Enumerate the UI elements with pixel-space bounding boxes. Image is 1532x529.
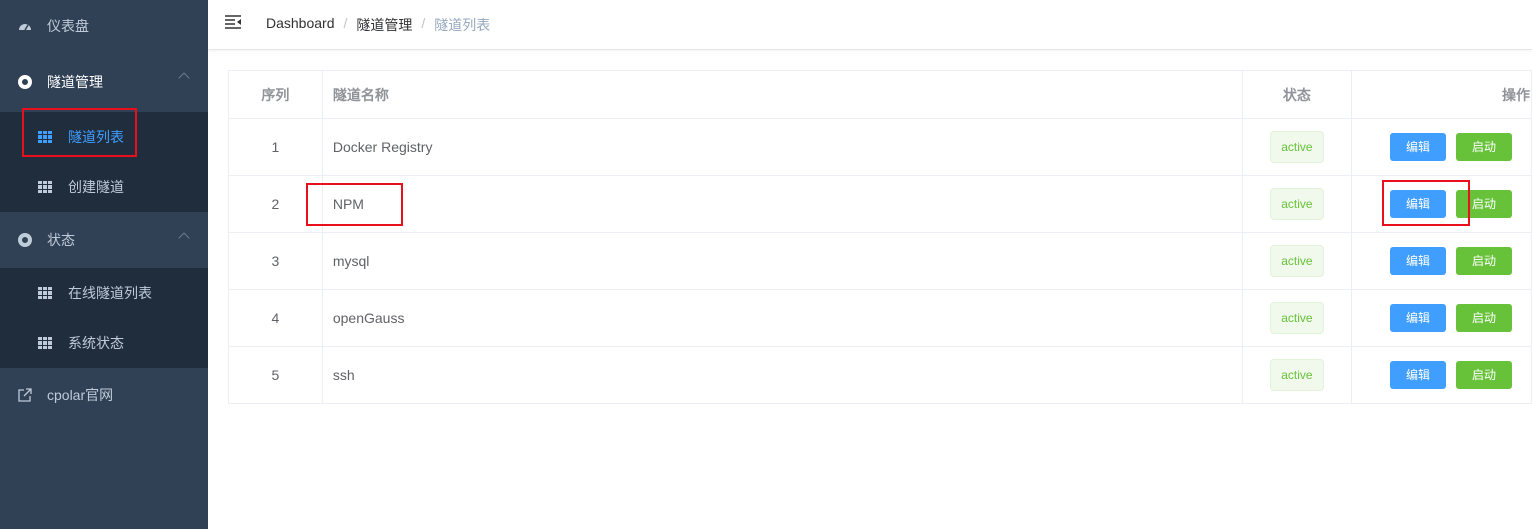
lifebuoy-icon — [18, 75, 32, 89]
cell-name: Docker Registry — [321, 118, 1243, 176]
menu-label: 创建隧道 — [68, 179, 124, 195]
table-icon — [38, 131, 52, 143]
breadcrumb-tunnel-management[interactable]: 隧道管理 — [356, 15, 412, 35]
menu-create-tunnel[interactable]: 创建隧道 — [0, 162, 208, 212]
menu-system-status[interactable]: 系统状态 — [0, 318, 208, 368]
menu-dashboard[interactable]: 仪表盘 — [0, 0, 208, 52]
table-row: 5 ssh active 编辑 启动 — [228, 346, 1532, 404]
menu-label: cpolar官网 — [47, 387, 114, 403]
menu-cpolar-site[interactable]: cpolar官网 — [0, 368, 208, 422]
cell-actions: 编辑 启动 — [1351, 175, 1532, 233]
breadcrumb-current: 隧道列表 — [434, 16, 491, 33]
cell-name: openGauss — [321, 289, 1243, 347]
start-button[interactable]: 启动 — [1456, 190, 1512, 218]
navbar: Dashboard / 隧道管理 / 隧道列表 — [208, 0, 1532, 50]
table-icon — [38, 337, 52, 349]
start-button[interactable]: 启动 — [1456, 133, 1512, 161]
menu-label: 系统状态 — [68, 335, 124, 351]
cell-status: active — [1241, 346, 1353, 404]
cell-index: 3 — [228, 232, 323, 290]
cell-index: 5 — [228, 346, 323, 404]
chevron-up-icon — [178, 232, 190, 244]
table-row: 4 openGauss active 编辑 启动 — [228, 289, 1532, 347]
breadcrumb: Dashboard / 隧道管理 / 隧道列表 — [266, 14, 491, 35]
edit-button[interactable]: 编辑 — [1390, 247, 1446, 275]
cell-actions: 编辑 启动 — [1351, 118, 1532, 176]
table-icon — [38, 287, 52, 299]
edit-button[interactable]: 编辑 — [1390, 304, 1446, 332]
status-badge: active — [1270, 245, 1324, 277]
sidebar: 仪表盘 隧道管理 隧道列表 创建隧道 状态 在线隧道列表 系统状态 cpolar… — [0, 0, 208, 529]
menu-status[interactable]: 状态 — [0, 212, 208, 268]
lifebuoy-icon — [18, 233, 32, 247]
cell-index: 4 — [228, 289, 323, 347]
cell-status: active — [1241, 289, 1353, 347]
cell-actions: 编辑 启动 — [1351, 232, 1532, 290]
cell-name: NPM — [321, 175, 1243, 233]
chevron-up-icon — [178, 72, 190, 84]
cell-index: 1 — [228, 118, 323, 176]
external-link-icon — [18, 388, 32, 402]
col-header-name: 隧道名称 — [321, 70, 1243, 119]
table-row: 1 Docker Registry active 编辑 启动 — [228, 118, 1532, 176]
cell-actions: 编辑 启动 — [1351, 346, 1532, 404]
cell-actions: 编辑 启动 — [1351, 289, 1532, 347]
tunnel-table: 序列 隧道名称 状态 操作 1 Docker Registry active 编… — [228, 70, 1532, 404]
menu-label: 仪表盘 — [47, 18, 89, 34]
breadcrumb-dashboard[interactable]: Dashboard — [266, 15, 335, 35]
col-header-index: 序列 — [228, 70, 323, 119]
menu-label: 隧道列表 — [68, 129, 124, 145]
status-badge: active — [1270, 302, 1324, 334]
cell-status: active — [1241, 118, 1353, 176]
cell-status: active — [1241, 232, 1353, 290]
table-row: 3 mysql active 编辑 启动 — [228, 232, 1532, 290]
edit-button[interactable]: 编辑 — [1390, 133, 1446, 161]
menu-online-tunnels[interactable]: 在线隧道列表 — [0, 268, 208, 318]
col-header-status: 状态 — [1241, 70, 1353, 119]
start-button[interactable]: 启动 — [1456, 247, 1512, 275]
table-icon — [38, 181, 52, 193]
cell-status: active — [1241, 175, 1353, 233]
status-badge: active — [1270, 359, 1324, 391]
menu-label: 在线隧道列表 — [68, 285, 152, 301]
menu-tunnel-list[interactable]: 隧道列表 — [0, 112, 208, 162]
cell-index: 2 — [228, 175, 323, 233]
start-button[interactable]: 启动 — [1456, 304, 1512, 332]
hamburger-icon[interactable] — [225, 15, 241, 34]
cell-name: ssh — [321, 346, 1243, 404]
status-badge: active — [1270, 188, 1324, 220]
dashboard-icon — [18, 19, 32, 33]
edit-button[interactable]: 编辑 — [1390, 190, 1446, 218]
status-badge: active — [1270, 131, 1324, 163]
menu-label: 状态 — [47, 232, 75, 248]
table-row: 2 NPM active 编辑 启动 — [228, 175, 1532, 233]
col-header-actions: 操作 — [1351, 70, 1532, 119]
menu-label: 隧道管理 — [47, 74, 103, 90]
start-button[interactable]: 启动 — [1456, 361, 1512, 389]
menu-tunnel-management[interactable]: 隧道管理 — [0, 52, 208, 112]
edit-button[interactable]: 编辑 — [1390, 361, 1446, 389]
cell-name: mysql — [321, 232, 1243, 290]
